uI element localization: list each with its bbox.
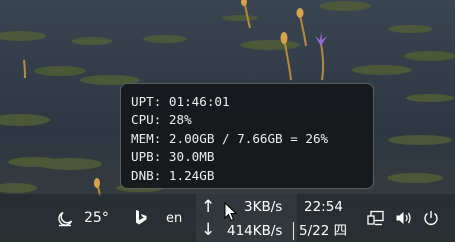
weather-icon[interactable] [57, 211, 73, 227]
language-indicator[interactable]: en [166, 210, 182, 227]
system-monitor-tooltip: UPT: 01:46:01 CPU: 28% MEM: 2.00GB / 7.6… [120, 83, 374, 189]
weather-temperature[interactable]: 25° [84, 209, 109, 227]
upload-speed: 3KB/s [244, 199, 283, 215]
network-icon[interactable] [367, 210, 384, 226]
text-caret [293, 222, 294, 240]
upload-arrow-icon: ↑ [201, 197, 216, 217]
upload-total-stat: UPB: 30.0MB [131, 149, 215, 165]
memory-stat: MEM: 2.00GB / 7.66GB = 26% [131, 130, 329, 146]
download-total-stat: DNB: 1.24GB [131, 167, 215, 183]
download-arrow-icon: ↓ [201, 220, 216, 240]
cpu-stat: CPU: 28% [131, 112, 192, 128]
bing-icon[interactable] [134, 209, 148, 228]
clock-date[interactable]: 5/22 四 [299, 223, 347, 240]
power-icon[interactable] [423, 210, 439, 226]
download-speed: 414KB/s [227, 223, 283, 239]
mouse-cursor-icon [224, 202, 237, 222]
volume-icon[interactable] [395, 210, 412, 226]
taskbar: 25° en ↑ 3KB/s ↓ 414KB/s 22:54 5/22 四 [0, 194, 455, 242]
uptime-stat: UPT: 01:46:01 [131, 94, 230, 109]
clock-time[interactable]: 22:54 [304, 199, 343, 216]
